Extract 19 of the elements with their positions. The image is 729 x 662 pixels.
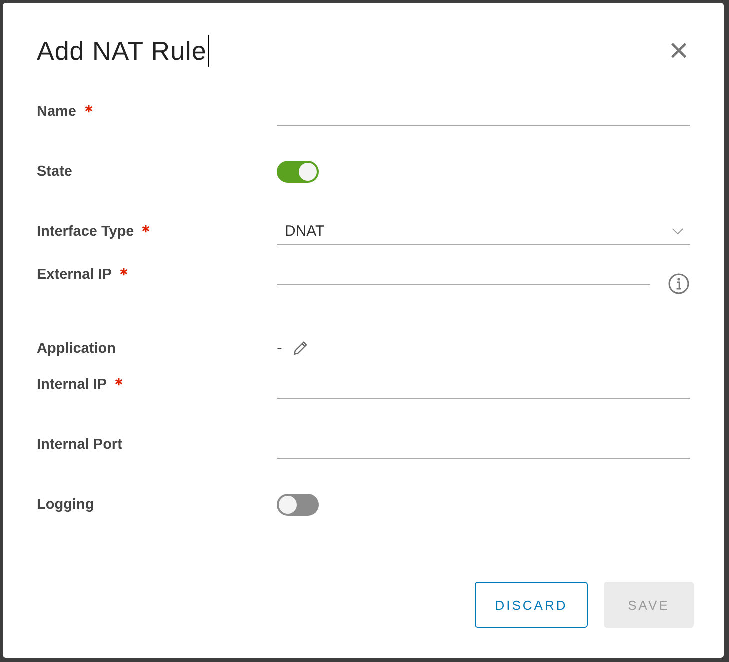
dialog-title: Add NAT Rule (37, 36, 207, 66)
dropdown-field[interactable]: DNAT (277, 218, 690, 245)
toggle-switch[interactable] (277, 161, 319, 183)
field-label: Interface Type (37, 224, 134, 240)
toggle-switch[interactable] (277, 494, 319, 516)
field-label: Internal IP (37, 377, 108, 393)
field-value: - (277, 339, 282, 357)
discard-button[interactable]: DISCARD (475, 582, 588, 628)
field-label: State (37, 164, 72, 180)
close-button[interactable]: × (664, 34, 694, 68)
field-label: Application (37, 341, 116, 357)
text-cursor (208, 35, 209, 67)
chevron-down-icon (672, 228, 684, 234)
field-label: Name (37, 104, 76, 120)
field-label: External IP (37, 267, 112, 283)
info-icon[interactable] (668, 273, 690, 295)
field-label: Internal Port (37, 437, 122, 453)
field-label: Logging (37, 497, 94, 513)
pencil-icon[interactable] (292, 340, 310, 356)
